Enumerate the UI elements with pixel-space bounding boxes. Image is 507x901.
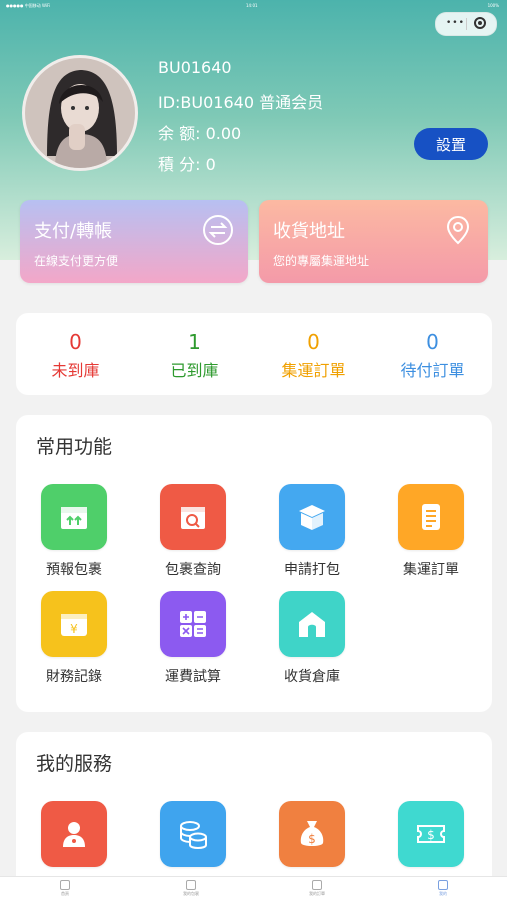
home-tab-icon: [60, 880, 70, 890]
username: BU01640: [158, 58, 232, 77]
function-tile: ¥: [41, 591, 107, 657]
transfer-icon: [203, 215, 233, 245]
tab-home[interactable]: 首頁: [45, 880, 85, 897]
tab-label: 我的訂單: [309, 891, 325, 896]
user-profile-icon: [63, 822, 85, 847]
profile-tab-icon: [438, 880, 448, 890]
stat-pending-payment[interactable]: 0 待付訂單: [373, 329, 492, 381]
order-document-icon: [422, 504, 440, 530]
function-label: 包裹查詢: [165, 562, 221, 578]
shipping-address-title: 收貨地址: [273, 221, 345, 242]
common-functions-title: 常用功能: [36, 436, 113, 458]
finance-records-button[interactable]: ¥ 財務記錄: [22, 591, 126, 686]
stat-not-arrived[interactable]: 0 未到庫: [16, 329, 135, 381]
apply-packing-button[interactable]: 申請打包: [260, 484, 364, 579]
package-tab-icon: [186, 880, 196, 890]
service-coupon-button[interactable]: $: [379, 801, 483, 867]
function-label: 預報包裹: [46, 562, 102, 578]
function-tile: [160, 591, 226, 657]
tab-label: 我的包裹: [183, 891, 199, 896]
miniprogram-capsule[interactable]: •••: [435, 12, 497, 36]
stat-value: 0: [307, 330, 320, 354]
settings-button[interactable]: 設置: [414, 128, 488, 160]
package-search-icon: [181, 507, 205, 529]
member-id: ID:BU01640 普通会员: [158, 93, 324, 112]
balance: 余 额: 0.00: [158, 124, 242, 143]
function-label: 申請打包: [284, 562, 340, 578]
status-bar: ●●●●● 中国移动 WiFi 14:01 100%: [0, 0, 507, 12]
receiving-warehouse-button[interactable]: 收貨倉庫: [260, 591, 364, 686]
wallet-yen-icon: ¥: [61, 614, 87, 636]
service-tile: $: [398, 801, 464, 867]
points: 積 分: 0: [158, 155, 216, 174]
bottom-tab-bar: 首頁 我的包裹 我的訂單 我的: [0, 876, 507, 901]
avatar-portrait-icon: [47, 70, 117, 168]
avatar[interactable]: [22, 55, 138, 171]
battery-text: 100%: [487, 3, 499, 8]
order-stats-panel: 0 未到庫 1 已到庫 0 集運訂單 0 待付訂單: [16, 313, 492, 395]
stat-value: 0: [69, 330, 82, 354]
stat-label: 未到庫: [51, 361, 100, 380]
stat-label: 集運訂單: [281, 361, 346, 380]
tab-label: 首頁: [61, 891, 69, 896]
function-tile: [279, 591, 345, 657]
pay-transfer-card[interactable]: 支付/轉帳 在線支付更方便: [20, 200, 248, 283]
stat-value: 0: [426, 330, 439, 354]
service-money-bag-button[interactable]: $: [260, 801, 364, 867]
freight-estimate-button[interactable]: 運費試算: [141, 591, 245, 686]
warehouse-icon: [299, 612, 325, 637]
money-bag-icon: $: [300, 821, 324, 846]
stat-arrived[interactable]: 1 已到庫: [135, 329, 254, 381]
common-functions-panel: 常用功能 預報包裹 包裹查詢 申請打包 集運訂單 ¥ 財務記錄 運費試算 收貨倉…: [16, 415, 492, 712]
package-search-button[interactable]: 包裹查詢: [141, 484, 245, 579]
tab-my-orders[interactable]: 我的訂單: [297, 880, 337, 897]
function-label: 集運訂單: [403, 562, 459, 578]
carrier-text: ●●●●● 中国移动 WiFi: [6, 3, 51, 8]
tab-profile[interactable]: 我的: [423, 880, 463, 897]
location-pin-icon: [446, 215, 470, 245]
function-label: 運費試算: [165, 669, 221, 685]
service-tile: [160, 801, 226, 867]
tab-my-packages[interactable]: 我的包裹: [171, 880, 211, 897]
service-tile: $: [279, 801, 345, 867]
my-services-title: 我的服務: [36, 753, 113, 775]
stat-value: 1: [188, 330, 201, 354]
function-tile: [279, 484, 345, 550]
function-tile: [160, 484, 226, 550]
coupon-icon: $: [417, 825, 445, 843]
more-icon[interactable]: •••: [446, 19, 465, 28]
stat-label: 已到庫: [170, 361, 219, 380]
open-box-icon: [299, 505, 325, 530]
service-profile-button[interactable]: [22, 801, 126, 867]
my-services-panel: 我的服務 $ $: [16, 732, 492, 892]
capsule-divider: [466, 18, 467, 30]
pay-transfer-subtitle: 在線支付更方便: [34, 254, 119, 268]
order-tab-icon: [312, 880, 322, 890]
stat-label: 待付訂單: [400, 361, 465, 380]
function-label: 收貨倉庫: [284, 669, 340, 685]
service-tile: [41, 801, 107, 867]
function-label: 財務記錄: [46, 669, 102, 685]
function-tile: [41, 484, 107, 550]
shipping-address-card[interactable]: 收貨地址 您的專屬集運地址: [259, 200, 488, 283]
coins-icon: [180, 821, 207, 850]
function-tile: [398, 484, 464, 550]
status-time: 14:01: [246, 3, 258, 8]
pay-transfer-title: 支付/轉帳: [34, 221, 113, 242]
shipping-address-subtitle: 您的專屬集運地址: [273, 254, 370, 268]
svg-text:$: $: [427, 828, 435, 842]
svg-text:¥: ¥: [70, 622, 78, 636]
calculator-icon: [180, 611, 206, 637]
close-icon[interactable]: [474, 17, 486, 29]
svg-text:$: $: [308, 832, 316, 846]
tab-label: 我的: [439, 891, 447, 896]
forecast-box-icon: [61, 507, 87, 529]
consolidation-order-button[interactable]: 集運訂單: [379, 484, 483, 579]
forecast-package-button[interactable]: 預報包裹: [22, 484, 126, 579]
service-coins-button[interactable]: [141, 801, 245, 867]
stat-consolidation-orders[interactable]: 0 集運訂單: [254, 329, 373, 381]
